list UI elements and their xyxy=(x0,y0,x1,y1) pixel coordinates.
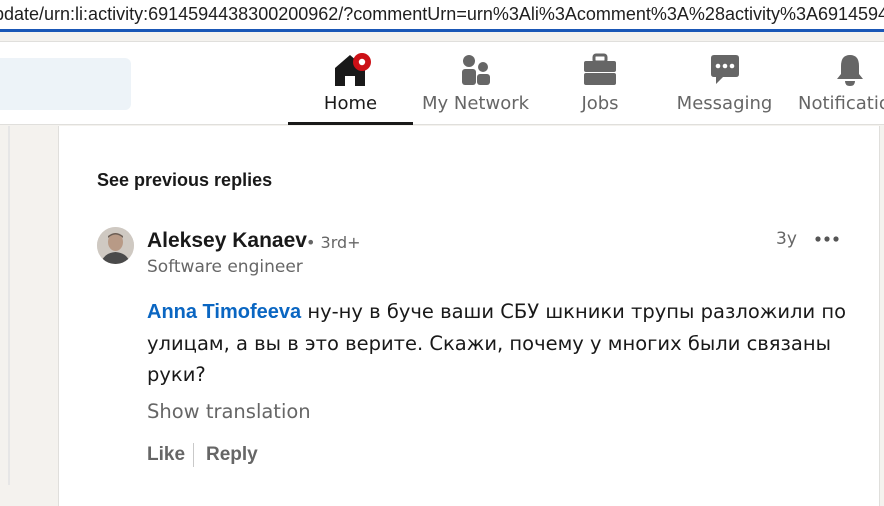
avatar-photo xyxy=(97,227,134,264)
nav-jobs-label: Jobs xyxy=(581,93,619,114)
people-icon xyxy=(458,52,494,88)
author-headline: Software engineer xyxy=(147,257,303,277)
home-icon xyxy=(333,52,371,88)
thread-guide-line xyxy=(8,126,10,485)
top-nav: Home My Network Jobs Messaging Notificat… xyxy=(0,41,884,125)
nav-my-network-label: My Network xyxy=(421,93,530,114)
action-divider xyxy=(193,443,194,467)
nav-messaging-label: Messaging xyxy=(676,93,773,114)
bell-icon xyxy=(832,52,868,88)
comment-body: Anna Timofeeva ну-ну в буче ваши СБУ шкн… xyxy=(147,296,857,390)
see-previous-replies-button[interactable]: See previous replies xyxy=(97,170,272,191)
more-options-button[interactable] xyxy=(812,228,842,250)
url-text[interactable]: pdate/urn:li:activity:691459443830020096… xyxy=(0,4,884,25)
ellipsis-icon xyxy=(815,236,839,242)
search-input[interactable] xyxy=(0,58,131,110)
nav-jobs[interactable]: Jobs xyxy=(560,42,640,124)
browser-url-bar[interactable]: pdate/urn:li:activity:691459443830020096… xyxy=(0,0,884,32)
nav-home[interactable]: Home xyxy=(288,42,413,125)
nav-my-network[interactable]: My Network xyxy=(418,42,533,124)
nav-notifications[interactable]: Notifications xyxy=(798,42,884,124)
reply-button[interactable]: Reply xyxy=(206,444,258,466)
nav-notifications-label: Notifications xyxy=(798,93,884,114)
connection-degree: • 3rd+ xyxy=(306,233,361,252)
chat-bubble-icon xyxy=(707,52,743,88)
nav-home-label: Home xyxy=(323,93,378,114)
show-translation-button[interactable]: Show translation xyxy=(147,400,311,423)
briefcase-icon xyxy=(582,52,618,88)
comment-timestamp: 3y xyxy=(776,229,797,249)
comment-author-name[interactable]: Aleksey Kanaev xyxy=(147,229,307,253)
nav-active-indicator xyxy=(288,122,413,125)
avatar[interactable] xyxy=(97,227,134,264)
mention-link[interactable]: Anna Timofeeva xyxy=(147,301,301,323)
like-button[interactable]: Like xyxy=(147,444,185,466)
nav-messaging[interactable]: Messaging xyxy=(672,42,777,124)
